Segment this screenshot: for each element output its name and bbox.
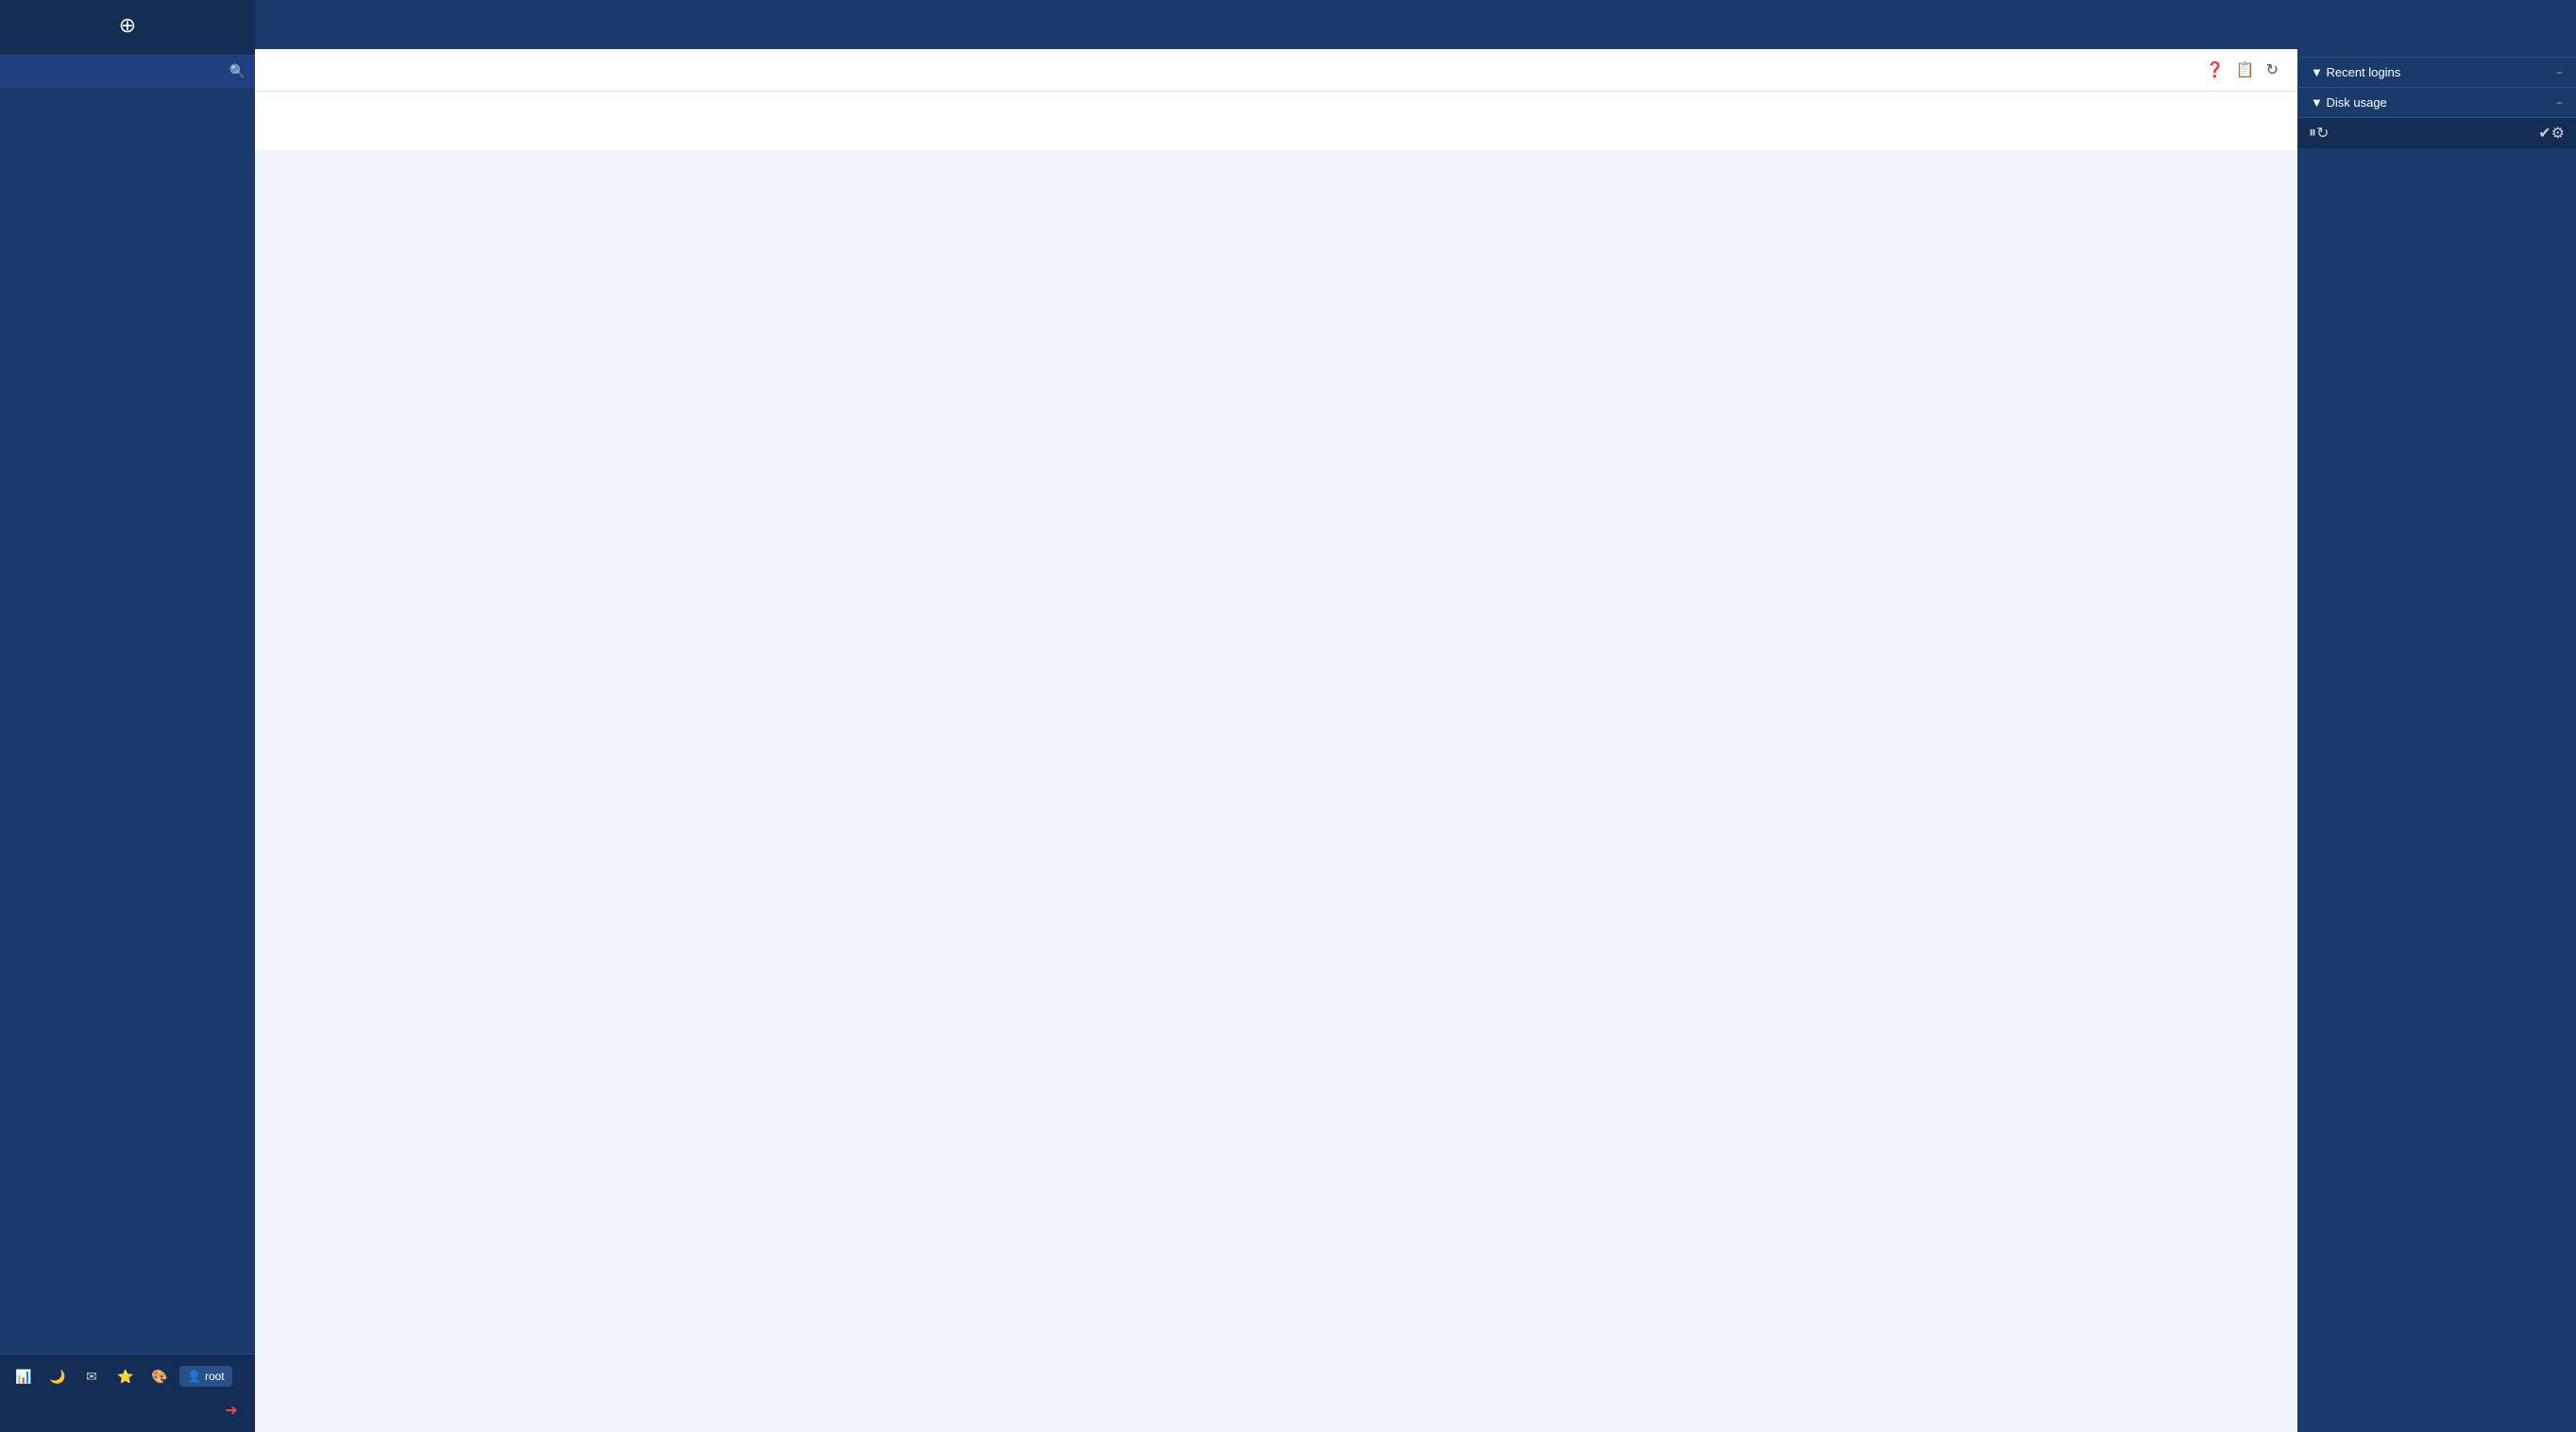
- panel-header: ❓ 📋 ↻: [255, 49, 2297, 92]
- status-bars: [2297, 49, 2576, 57]
- disk-usage-toggle[interactable]: −: [2556, 96, 2563, 110]
- bottom-icon-star[interactable]: ⭐: [111, 1362, 140, 1390]
- search-box[interactable]: 🔍: [0, 56, 255, 88]
- sidebar-header: ⊕: [0, 0, 255, 56]
- help-icon[interactable]: ❓: [2206, 60, 2225, 79]
- webmin-logo-icon: ⊕: [119, 13, 136, 38]
- disk-usage-header[interactable]: ▼ Disk usage −: [2297, 87, 2576, 117]
- right-panel: ▼ Recent logins − ▼ Disk usage − ⏸ ↻ ✔ ⚙: [2297, 49, 2576, 1432]
- refresh-icon[interactable]: ↻: [2266, 60, 2279, 79]
- copy-icon[interactable]: 📋: [2236, 60, 2255, 79]
- bottom-icon-email[interactable]: ✉: [77, 1362, 106, 1390]
- main: ❓ 📋 ↻ ▼ Recent logins −: [255, 0, 2576, 1432]
- sidebar-bottom-icons: 📊 🌙 ✉ ⭐ 🎨 👤 root ➜: [0, 1354, 255, 1432]
- user-icon: 👤: [187, 1370, 201, 1383]
- recent-logins-title: ▼ Recent logins: [2311, 65, 2400, 79]
- logout-button[interactable]: ➜: [217, 1396, 246, 1424]
- gauges-row: [255, 92, 2297, 120]
- bottom-icon-moon[interactable]: 🌙: [43, 1362, 72, 1390]
- bottom-check-icon[interactable]: ✔: [2538, 124, 2551, 143]
- user-button[interactable]: 👤 root: [179, 1366, 232, 1387]
- bottom-icon-graph[interactable]: 📊: [9, 1362, 38, 1390]
- panel-header-icons: ❓ 📋 ↻: [2206, 60, 2279, 79]
- search-icon: 🔍: [229, 63, 246, 79]
- username-label: root: [205, 1370, 225, 1383]
- recent-logins-header[interactable]: ▼ Recent logins −: [2297, 57, 2576, 87]
- bottom-icon-palette[interactable]: 🎨: [145, 1362, 174, 1390]
- recent-logins-toggle[interactable]: −: [2556, 66, 2563, 79]
- nav-items: [0, 88, 255, 1354]
- disk-usage-title: ▼ Disk usage: [2311, 95, 2387, 110]
- info-table: [255, 120, 2297, 150]
- topbar: [255, 0, 2576, 49]
- right-bottom-bar: ⏸ ↻ ✔ ⚙: [2297, 117, 2576, 148]
- bottom-settings-icon[interactable]: ⚙: [2551, 124, 2565, 143]
- bottom-play-icon[interactable]: ⏸: [2309, 125, 2316, 142]
- content: ❓ 📋 ↻ ▼ Recent logins −: [255, 49, 2576, 1432]
- bottom-refresh-icon[interactable]: ↻: [2316, 124, 2329, 143]
- search-input[interactable]: [9, 64, 222, 78]
- sidebar: ⊕ 🔍 📊 🌙 ✉ ⭐ 🎨 👤 root ➜: [0, 0, 255, 1432]
- main-panel: ❓ 📋 ↻: [255, 49, 2297, 1432]
